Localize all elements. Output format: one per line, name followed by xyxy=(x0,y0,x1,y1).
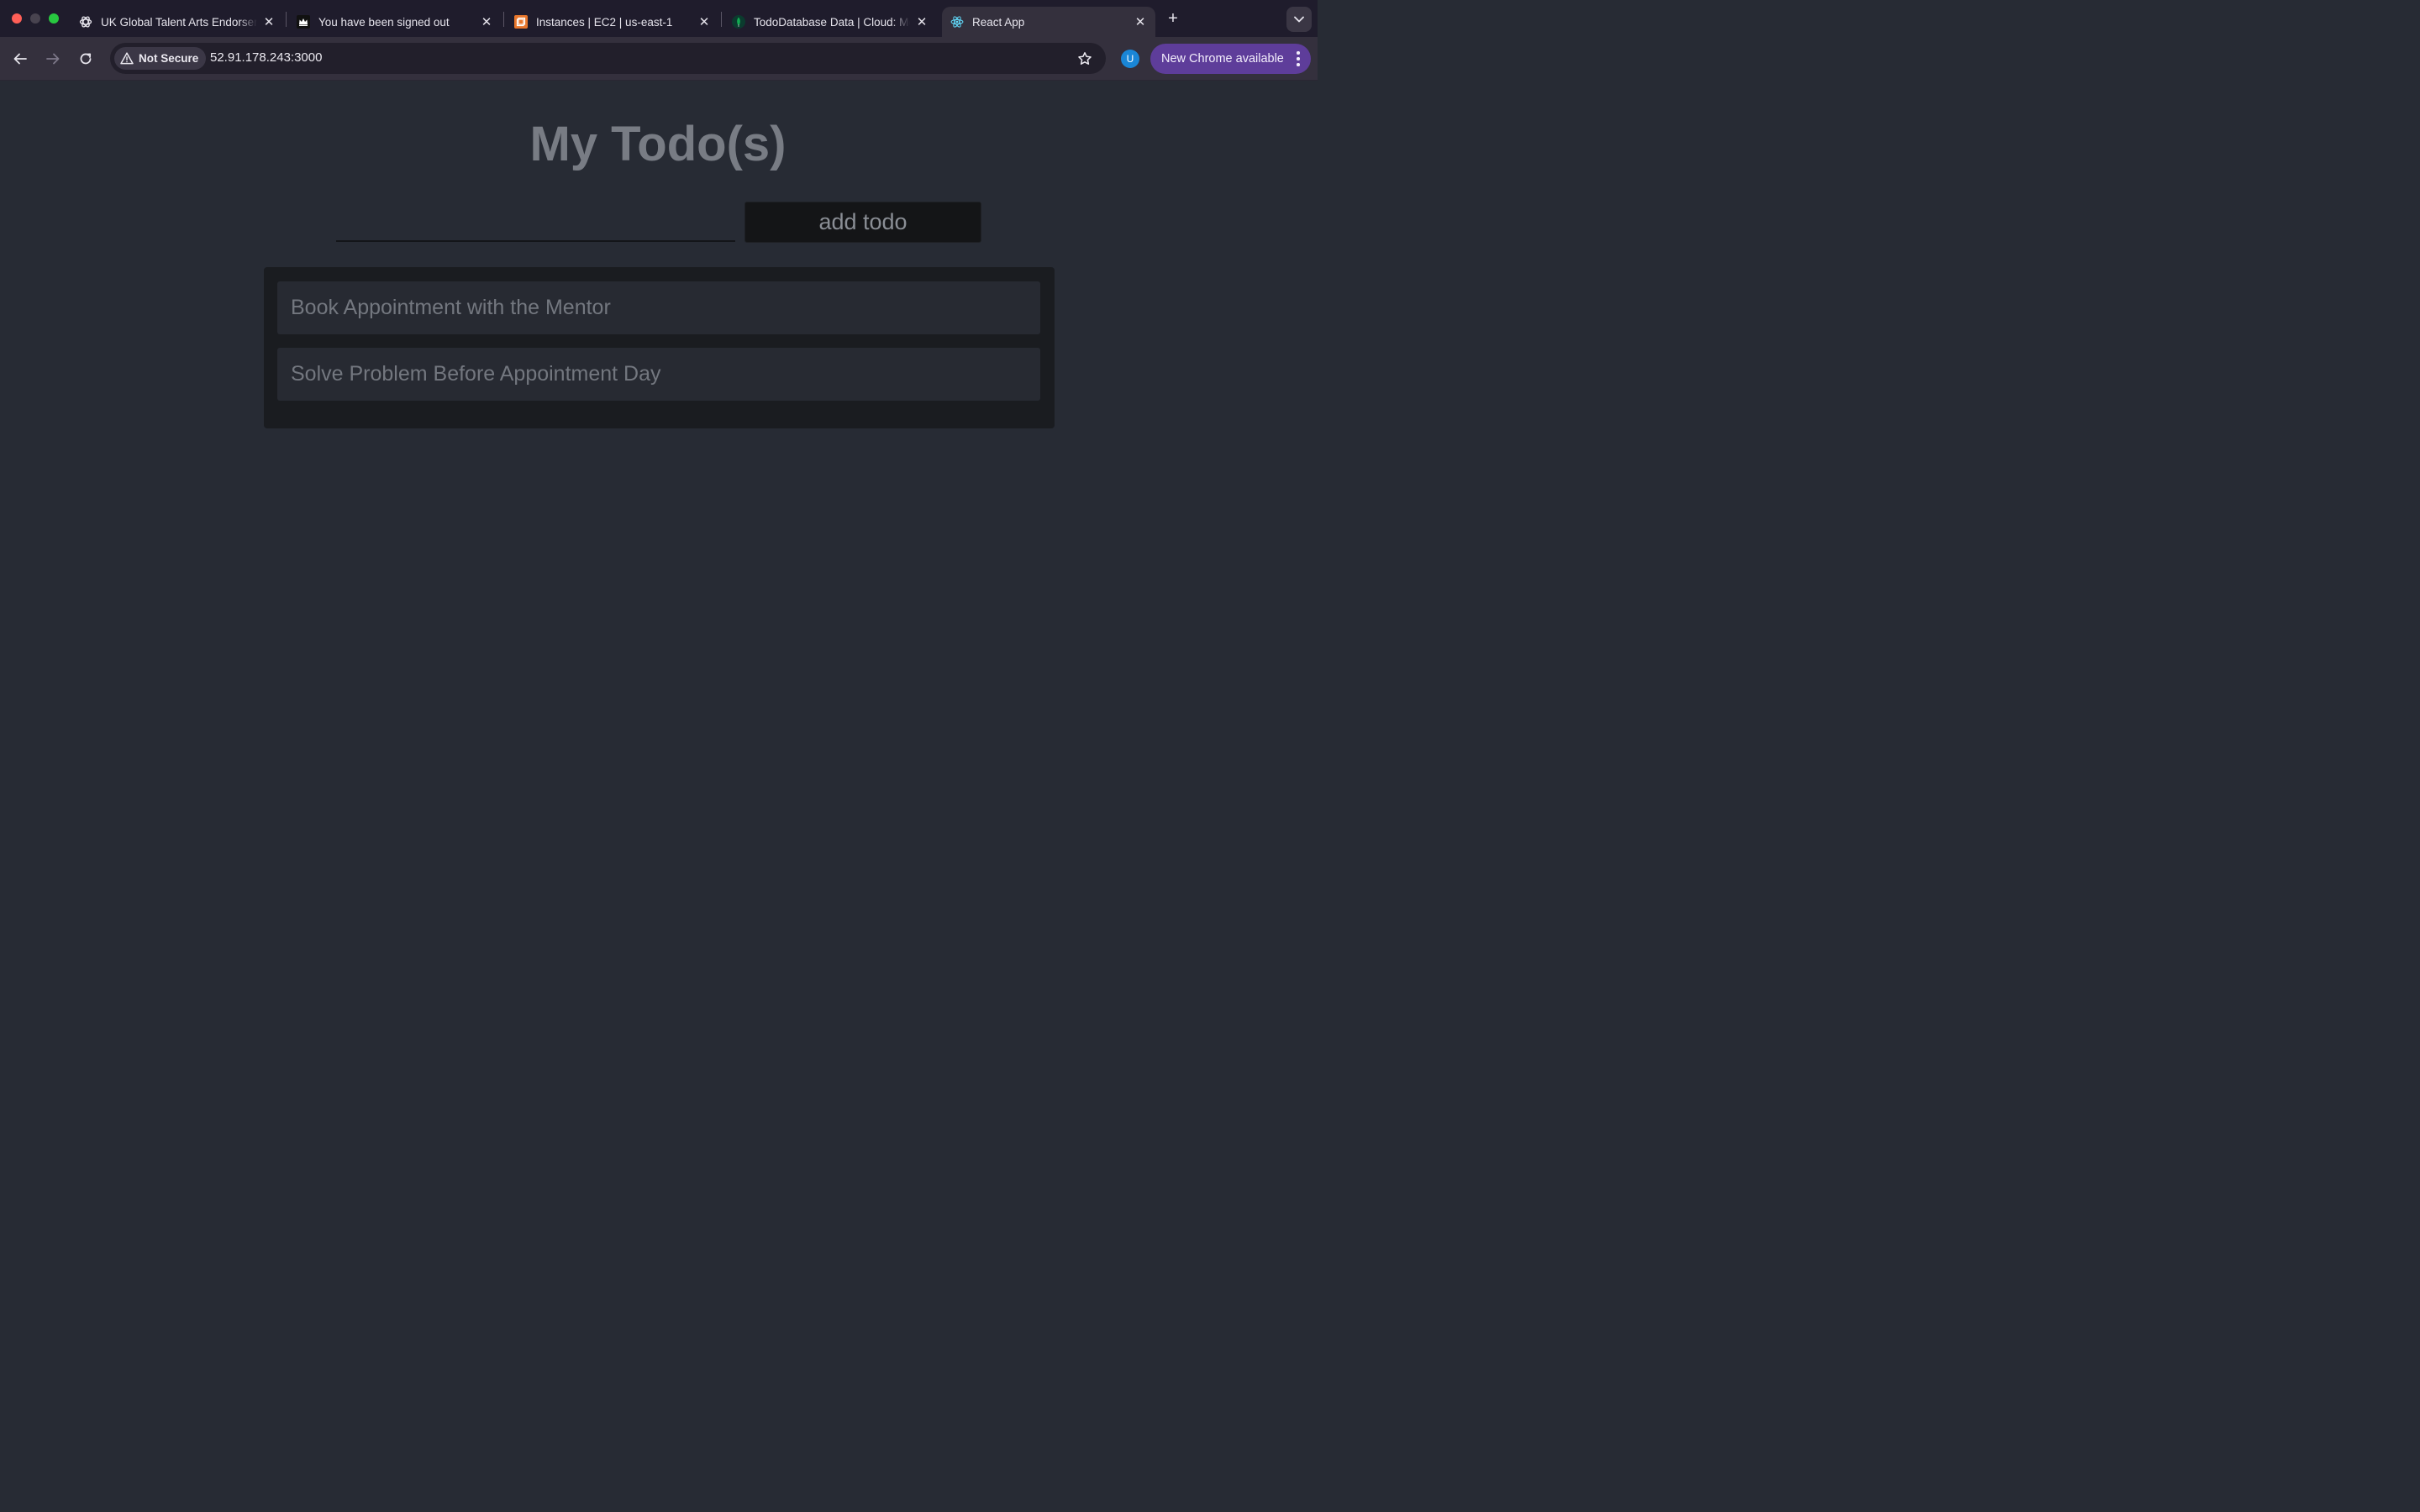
close-tab-icon[interactable]: ✕ xyxy=(480,15,493,29)
new-chrome-available-button[interactable]: New Chrome available xyxy=(1150,44,1311,74)
tab-mongodb-data[interactable]: TodoDatabase Data | Cloud: MongoDB ✕ xyxy=(723,7,937,37)
back-button[interactable] xyxy=(10,49,30,69)
list-item[interactable]: Solve Problem Before Appointment Day xyxy=(277,348,1040,401)
tab-title: UK Global Talent Arts Endorsement xyxy=(101,15,257,29)
new-tab-icon[interactable]: + xyxy=(1163,8,1183,29)
list-item[interactable]: Book Appointment with the Mentor xyxy=(277,281,1040,334)
close-tab-icon[interactable]: ✕ xyxy=(915,15,929,29)
tab-separator xyxy=(503,12,504,27)
tab-react-app[interactable]: React App ✕ xyxy=(942,7,1155,37)
arrow-left-icon xyxy=(13,53,27,65)
url-text[interactable]: 52.91.178.243:3000 xyxy=(210,50,322,65)
browser-toolbar: Not Secure 52.91.178.243:3000 U New Chro… xyxy=(0,37,1318,81)
tab-title: TodoDatabase Data | Cloud: MongoDB xyxy=(754,15,910,29)
mongodb-leaf-icon xyxy=(732,15,745,29)
reload-button[interactable] xyxy=(76,49,96,69)
browser-window: UK Global Talent Arts Endorsement ✕ You … xyxy=(0,0,1318,823)
tab-ec2-instances[interactable]: Instances | EC2 | us-east-1 ✕ xyxy=(506,7,719,37)
tab-search-button[interactable] xyxy=(1286,7,1312,32)
more-menu-icon[interactable] xyxy=(1296,51,1301,66)
tab-title: You have been signed out xyxy=(318,15,450,29)
crown-icon xyxy=(297,15,310,29)
arrow-right-icon xyxy=(46,53,60,65)
bookmark-star-icon[interactable] xyxy=(1076,50,1093,67)
update-label: New Chrome available xyxy=(1161,52,1284,66)
tab-signed-out[interactable]: You have been signed out ✕ xyxy=(288,7,502,37)
react-icon xyxy=(950,15,964,29)
close-tab-icon[interactable]: ✕ xyxy=(697,15,711,29)
reload-icon xyxy=(80,53,92,65)
openai-icon xyxy=(79,15,92,29)
security-label: Not Secure xyxy=(139,52,199,65)
address-bar[interactable]: Not Secure 52.91.178.243:3000 xyxy=(110,43,1106,74)
security-chip[interactable]: Not Secure xyxy=(114,47,207,70)
tab-strip: UK Global Talent Arts Endorsement ✕ You … xyxy=(0,0,1318,37)
close-tab-icon[interactable]: ✕ xyxy=(262,15,276,29)
tab-uk-global-talent[interactable]: UK Global Talent Arts Endorsement ✕ xyxy=(71,7,284,37)
tab-title: React App xyxy=(972,15,1025,29)
close-window-button[interactable] xyxy=(12,13,22,24)
forward-button[interactable] xyxy=(43,49,63,69)
todo-list: Book Appointment with the Mentor Solve P… xyxy=(264,267,1055,428)
chevron-down-icon xyxy=(1294,16,1304,23)
add-todo-button[interactable]: add todo xyxy=(744,202,981,243)
tab-title: Instances | EC2 | us-east-1 xyxy=(536,15,673,29)
tab-separator xyxy=(286,12,287,27)
ec2-icon xyxy=(514,15,528,29)
todo-input[interactable] xyxy=(336,205,735,242)
maximize-window-button[interactable] xyxy=(49,13,59,24)
minimize-window-button[interactable] xyxy=(30,13,40,24)
page-content: My Todo(s) add todo Book Appointment wit… xyxy=(0,81,1318,823)
close-tab-icon[interactable]: ✕ xyxy=(1134,15,1147,29)
warning-icon xyxy=(120,52,134,65)
page-title: My Todo(s) xyxy=(529,117,786,171)
tab-separator xyxy=(721,12,722,27)
profile-avatar[interactable]: U xyxy=(1121,50,1139,68)
